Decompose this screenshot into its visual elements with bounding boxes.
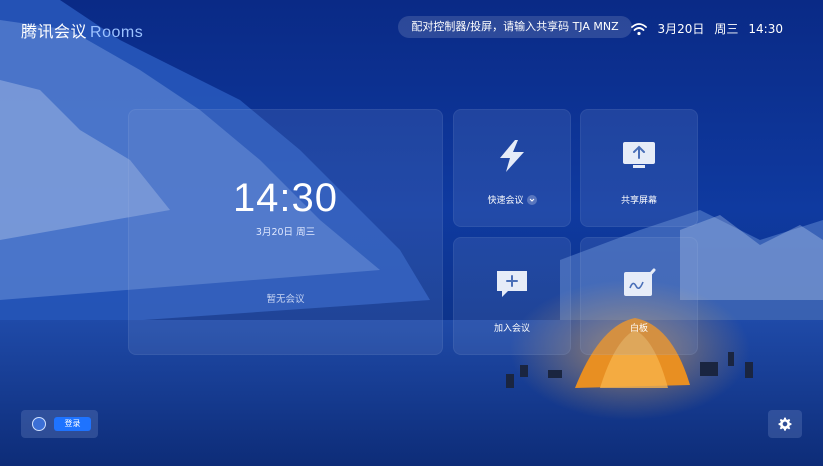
lightning-icon: [500, 140, 524, 172]
brand-name-en: Rooms: [90, 24, 144, 41]
whiteboard-icon: [624, 268, 656, 296]
clock-time: 14:30: [232, 176, 339, 220]
clock-date: 3月20日 周三: [255, 227, 316, 238]
wifi-icon: [631, 22, 648, 35]
whiteboard-label: 白板: [629, 324, 648, 334]
status-weekday: 周三: [714, 22, 739, 36]
status-date: 3月20日: [657, 22, 705, 36]
settings-button[interactable]: [768, 410, 802, 438]
join-meeting-tile[interactable]: 加入会议: [453, 237, 571, 355]
share-code-hint: 配对控制器/投屏，请输入共享码 TJA MNZ: [398, 16, 632, 38]
share-screen-icon: [623, 142, 655, 168]
avatar[interactable]: [32, 417, 46, 431]
share-screen-tile[interactable]: 共享屏幕: [580, 109, 698, 227]
join-meeting-label: 加入会议: [493, 324, 530, 334]
join-meeting-icon: [497, 271, 527, 297]
share-screen-label: 共享屏幕: [620, 196, 657, 206]
whiteboard-tile[interactable]: 白板: [580, 237, 698, 355]
chevron-down-icon[interactable]: [526, 194, 537, 205]
quick-meeting-label: 快速会议: [487, 196, 524, 206]
quick-meeting-tile[interactable]: 快速会议: [453, 109, 571, 227]
gear-icon: [778, 417, 792, 431]
clock-panel: 14:30 3月20日 周三 暂无会议: [128, 109, 443, 355]
login-button[interactable]: 登录: [54, 417, 91, 431]
brand-name-zh: 腾讯会议: [21, 22, 88, 41]
status-time: 14:30: [748, 21, 783, 36]
app-brand: 腾讯会议 Rooms: [21, 18, 143, 42]
login-area: 登录: [21, 410, 98, 438]
status-bar: 3月20日 周三 14:30: [631, 20, 783, 37]
no-meetings-text: 暂无会议: [266, 294, 305, 305]
